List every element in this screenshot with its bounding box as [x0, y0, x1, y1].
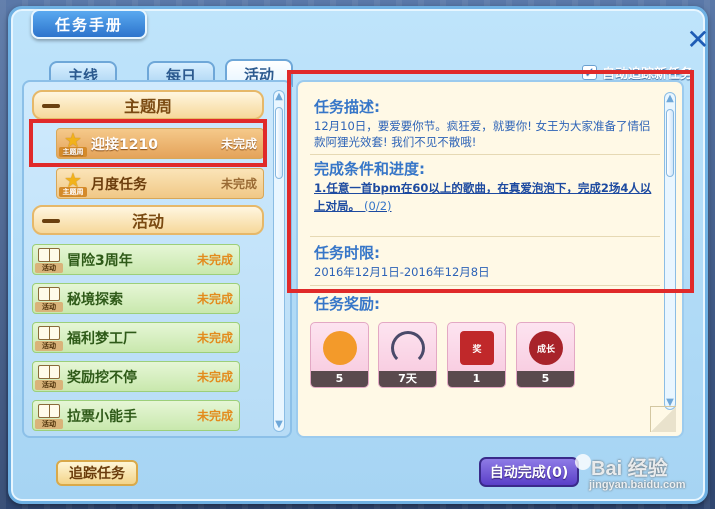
star-icon: ★: [64, 127, 82, 152]
auto-track-label: 自动追踪新任务: [602, 66, 694, 82]
condition-title: 完成条件和进度:: [314, 160, 425, 178]
scroll-down-icon[interactable]: ▼: [273, 419, 285, 431]
scroll-up-icon[interactable]: ▲: [664, 93, 676, 105]
quest-item-reward-dig[interactable]: 活动 奖励挖不停 未完成: [32, 361, 240, 392]
quest-status: 未完成: [220, 137, 257, 151]
description-title: 任务描述:: [314, 98, 380, 116]
book-icon: [38, 286, 60, 301]
track-quest-button[interactable]: 追踪任务: [56, 460, 138, 486]
reward-item-headphones[interactable]: 7天: [378, 322, 437, 388]
quest-item-monthly[interactable]: ★ 主题周 月度任务 未完成: [56, 168, 264, 199]
quest-list-scrollbar[interactable]: ▲ ▼: [273, 90, 285, 432]
watermark-main: Bai 经验: [591, 458, 668, 480]
quest-item-welfare-factory[interactable]: 活动 福利梦工厂 未完成: [32, 322, 240, 353]
collapse-icon: [42, 219, 60, 223]
watermark-sub: jingyan.baidu.com: [589, 479, 686, 491]
quest-item-vote-helper[interactable]: 活动 拉票小能手 未完成: [32, 400, 240, 431]
growth-apple-icon: 成长: [529, 331, 563, 365]
category-header-activity[interactable]: 活动: [32, 205, 264, 235]
quest-name: 月度任务: [91, 176, 147, 193]
quest-name: 冒险3周年: [67, 252, 133, 269]
quest-name: 福利梦工厂: [67, 330, 137, 347]
quest-status: 未完成: [196, 409, 233, 423]
description-text: 12月10日，要爱要你节。疯狂爱，就要你! 女王为大家准备了情侣款阿狸光效套! …: [314, 119, 651, 149]
book-icon: [38, 403, 60, 418]
reward-item-orange[interactable]: 5: [310, 322, 369, 388]
scroll-thumb[interactable]: [666, 109, 674, 177]
divider: [310, 285, 660, 286]
time-limit-text: 2016年12月1日-2016年12月8日: [314, 265, 490, 279]
icon-tag: 活动: [35, 262, 63, 273]
book-icon: [38, 364, 60, 379]
detail-scrollbar[interactable]: ▲ ▼: [664, 92, 676, 410]
reward-count: 1: [448, 371, 505, 387]
icon-tag: 活动: [35, 340, 63, 351]
category-label: 主题周: [123, 97, 172, 116]
quest-name: 秘境探索: [67, 291, 123, 308]
reward-title: 任务奖励:: [314, 295, 380, 313]
quest-item-welcome-1210[interactable]: ★ 主题周 迎接1210 未完成: [56, 128, 264, 159]
red-envelope-icon: 奖: [460, 331, 494, 365]
quest-status: 未完成: [196, 370, 233, 384]
page-curl: [650, 406, 676, 432]
condition-progress: (0/2): [364, 199, 392, 213]
quest-icon: ★ 主题周: [59, 167, 87, 197]
reward-count: 5: [311, 371, 368, 387]
quest-detail-panel: 任务描述: 12月10日，要爱要你节。疯狂爱，就要你! 女王为大家准备了情侣款阿…: [296, 80, 684, 438]
quest-icon: 活动: [35, 364, 63, 390]
window-title: 任务手册: [31, 9, 147, 39]
baidu-jingyan-watermark: Bai 经验 jingyan.baidu.com: [575, 452, 705, 504]
quest-status: 未完成: [220, 177, 257, 191]
baidu-paw-icon: [575, 454, 591, 470]
quest-status: 未完成: [196, 292, 233, 306]
condition-text: 1.任意一首bpm在60以上的歌曲，在真爱泡泡下，完成2场4人以上对局。 (0/…: [314, 179, 662, 215]
icon-tag: 活动: [35, 379, 63, 390]
quest-name: 迎接1210: [91, 136, 158, 153]
auto-track-checkbox[interactable]: ✓: [582, 64, 597, 80]
orange-fruit-icon: [323, 331, 357, 365]
auto-complete-button[interactable]: 自动完成(0): [479, 457, 579, 487]
icon-tag: 主题周: [59, 146, 87, 157]
time-limit-title: 任务时限:: [314, 244, 380, 262]
divider: [310, 236, 660, 237]
reward-count: 5: [517, 371, 574, 387]
quest-icon: 活动: [35, 247, 63, 273]
quest-name: 拉票小能手: [67, 408, 137, 425]
quest-status: 未完成: [196, 253, 233, 267]
icon-tag: 主题周: [59, 186, 87, 197]
reward-item-growth[interactable]: 成长 5: [516, 322, 575, 388]
scroll-up-icon[interactable]: ▲: [273, 91, 285, 103]
auto-track-toggle[interactable]: ✓ 自动追踪新任务: [582, 63, 694, 82]
book-icon: [38, 325, 60, 340]
category-label: 活动: [131, 212, 164, 231]
quest-icon: 活动: [35, 325, 63, 351]
quest-icon: ★ 主题周: [59, 127, 87, 157]
category-header-theme-week[interactable]: 主题周: [32, 90, 264, 120]
headphones-icon: [391, 331, 425, 365]
quest-icon: 活动: [35, 403, 63, 429]
reward-item-red-envelope[interactable]: 奖 1: [447, 322, 506, 388]
quest-name: 奖励挖不停: [67, 369, 137, 386]
reward-count: 7天: [379, 371, 436, 387]
collapse-icon: [42, 104, 60, 108]
icon-tag: 活动: [35, 301, 63, 312]
divider: [310, 154, 660, 155]
quest-icon: 活动: [35, 286, 63, 312]
book-icon: [38, 247, 60, 262]
close-icon[interactable]: ✕: [684, 26, 712, 55]
icon-tag: 活动: [35, 418, 63, 429]
quest-item-adventure-anniversary[interactable]: 活动 冒险3周年 未完成: [32, 244, 240, 275]
quest-status: 未完成: [196, 331, 233, 345]
scroll-thumb[interactable]: [275, 107, 283, 179]
quest-item-secret-realm[interactable]: 活动 秘境探索 未完成: [32, 283, 240, 314]
star-icon: ★: [64, 167, 82, 192]
